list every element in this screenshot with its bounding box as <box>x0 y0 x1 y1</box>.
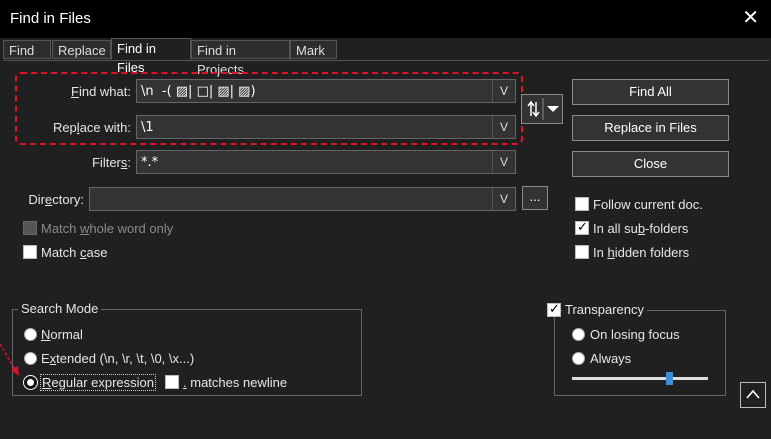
collapse-button[interactable] <box>740 382 766 408</box>
search-mode-title: Search Mode <box>18 301 102 316</box>
normal-label: Normal <box>41 327 83 342</box>
title-bar: Find in Files ✕ <box>0 0 771 38</box>
match-whole-word-label: Match whole word only <box>41 221 174 236</box>
transparency-slider-thumb[interactable] <box>666 372 674 385</box>
extended-label: Extended (\n, \r, \t, \0, \x...) <box>41 351 195 366</box>
window-title: Find in Files <box>10 10 91 27</box>
in-all-sub-folders-label: In all sub-folders <box>593 221 689 236</box>
follow-current-doc-label: Follow current doc. <box>593 197 703 212</box>
find-what-label: Find what: <box>71 84 131 99</box>
in-hidden-folders-label: In hidden folders <box>593 245 690 260</box>
tab-find-in-files[interactable]: Find in Files <box>111 38 191 75</box>
chevron-up-icon <box>746 389 760 399</box>
replace-with-label: Replace with: <box>52 120 131 135</box>
directory-combo[interactable]: V <box>89 187 516 211</box>
tab-find-in-projects[interactable]: Find in Projects <box>191 40 290 77</box>
replace-with-input[interactable]: \1 <box>141 120 154 135</box>
on-losing-focus-label: On losing focus <box>590 327 680 342</box>
in-all-sub-folders-checkbox[interactable] <box>575 219 589 235</box>
swap-arrows-icon <box>527 98 559 120</box>
matches-newline-checkbox[interactable] <box>165 375 179 389</box>
matches-newline-label: . matches newline <box>183 375 288 390</box>
red-arrow-icon <box>0 343 19 376</box>
find-dropdown-icon[interactable]: V <box>492 80 515 102</box>
close-button[interactable]: Close <box>572 151 729 177</box>
match-case-checkbox[interactable] <box>23 245 37 259</box>
find-what-combo[interactable]: \n -( ▨| □| ▨| ▨) V <box>136 79 516 103</box>
always-radio[interactable] <box>572 352 585 365</box>
match-case-label: Match case <box>41 245 108 260</box>
always-label: Always <box>590 351 632 366</box>
directory-label: Directory: <box>28 192 84 207</box>
replace-in-files-button[interactable]: Replace in Files <box>572 115 729 141</box>
replace-dropdown-icon[interactable]: V <box>492 116 515 138</box>
find-what-input[interactable]: \n -( ▨| □| ▨| ▨) <box>141 84 256 99</box>
browse-button[interactable]: ... <box>522 186 548 210</box>
filters-combo[interactable]: *.* V <box>136 150 516 174</box>
in-hidden-folders-checkbox[interactable] <box>575 245 589 259</box>
follow-current-doc-checkbox[interactable] <box>575 197 589 211</box>
swap-button[interactable] <box>521 94 563 124</box>
transparency-title: Transparency <box>562 302 647 317</box>
replace-with-combo[interactable]: \1 V <box>136 115 516 139</box>
transparency-slider-track[interactable] <box>572 377 708 380</box>
filters-dropdown-icon[interactable]: V <box>492 151 515 173</box>
tab-replace[interactable]: Replace <box>52 40 111 59</box>
on-losing-focus-radio[interactable] <box>572 328 585 341</box>
tab-panel-border <box>3 60 769 61</box>
match-whole-word-checkbox[interactable] <box>23 221 37 235</box>
transparency-checkbox[interactable] <box>547 301 561 317</box>
filters-input[interactable]: *.* <box>141 155 158 170</box>
regular-expression-label: Regular expression <box>40 374 157 391</box>
directory-dropdown-icon[interactable]: V <box>492 188 515 210</box>
filters-label: Filters: <box>91 155 131 170</box>
tab-mark[interactable]: Mark <box>290 40 337 59</box>
find-all-button[interactable]: Find All <box>572 79 729 105</box>
tab-find[interactable]: Find <box>3 40 51 59</box>
close-icon[interactable]: ✕ <box>742 6 759 30</box>
